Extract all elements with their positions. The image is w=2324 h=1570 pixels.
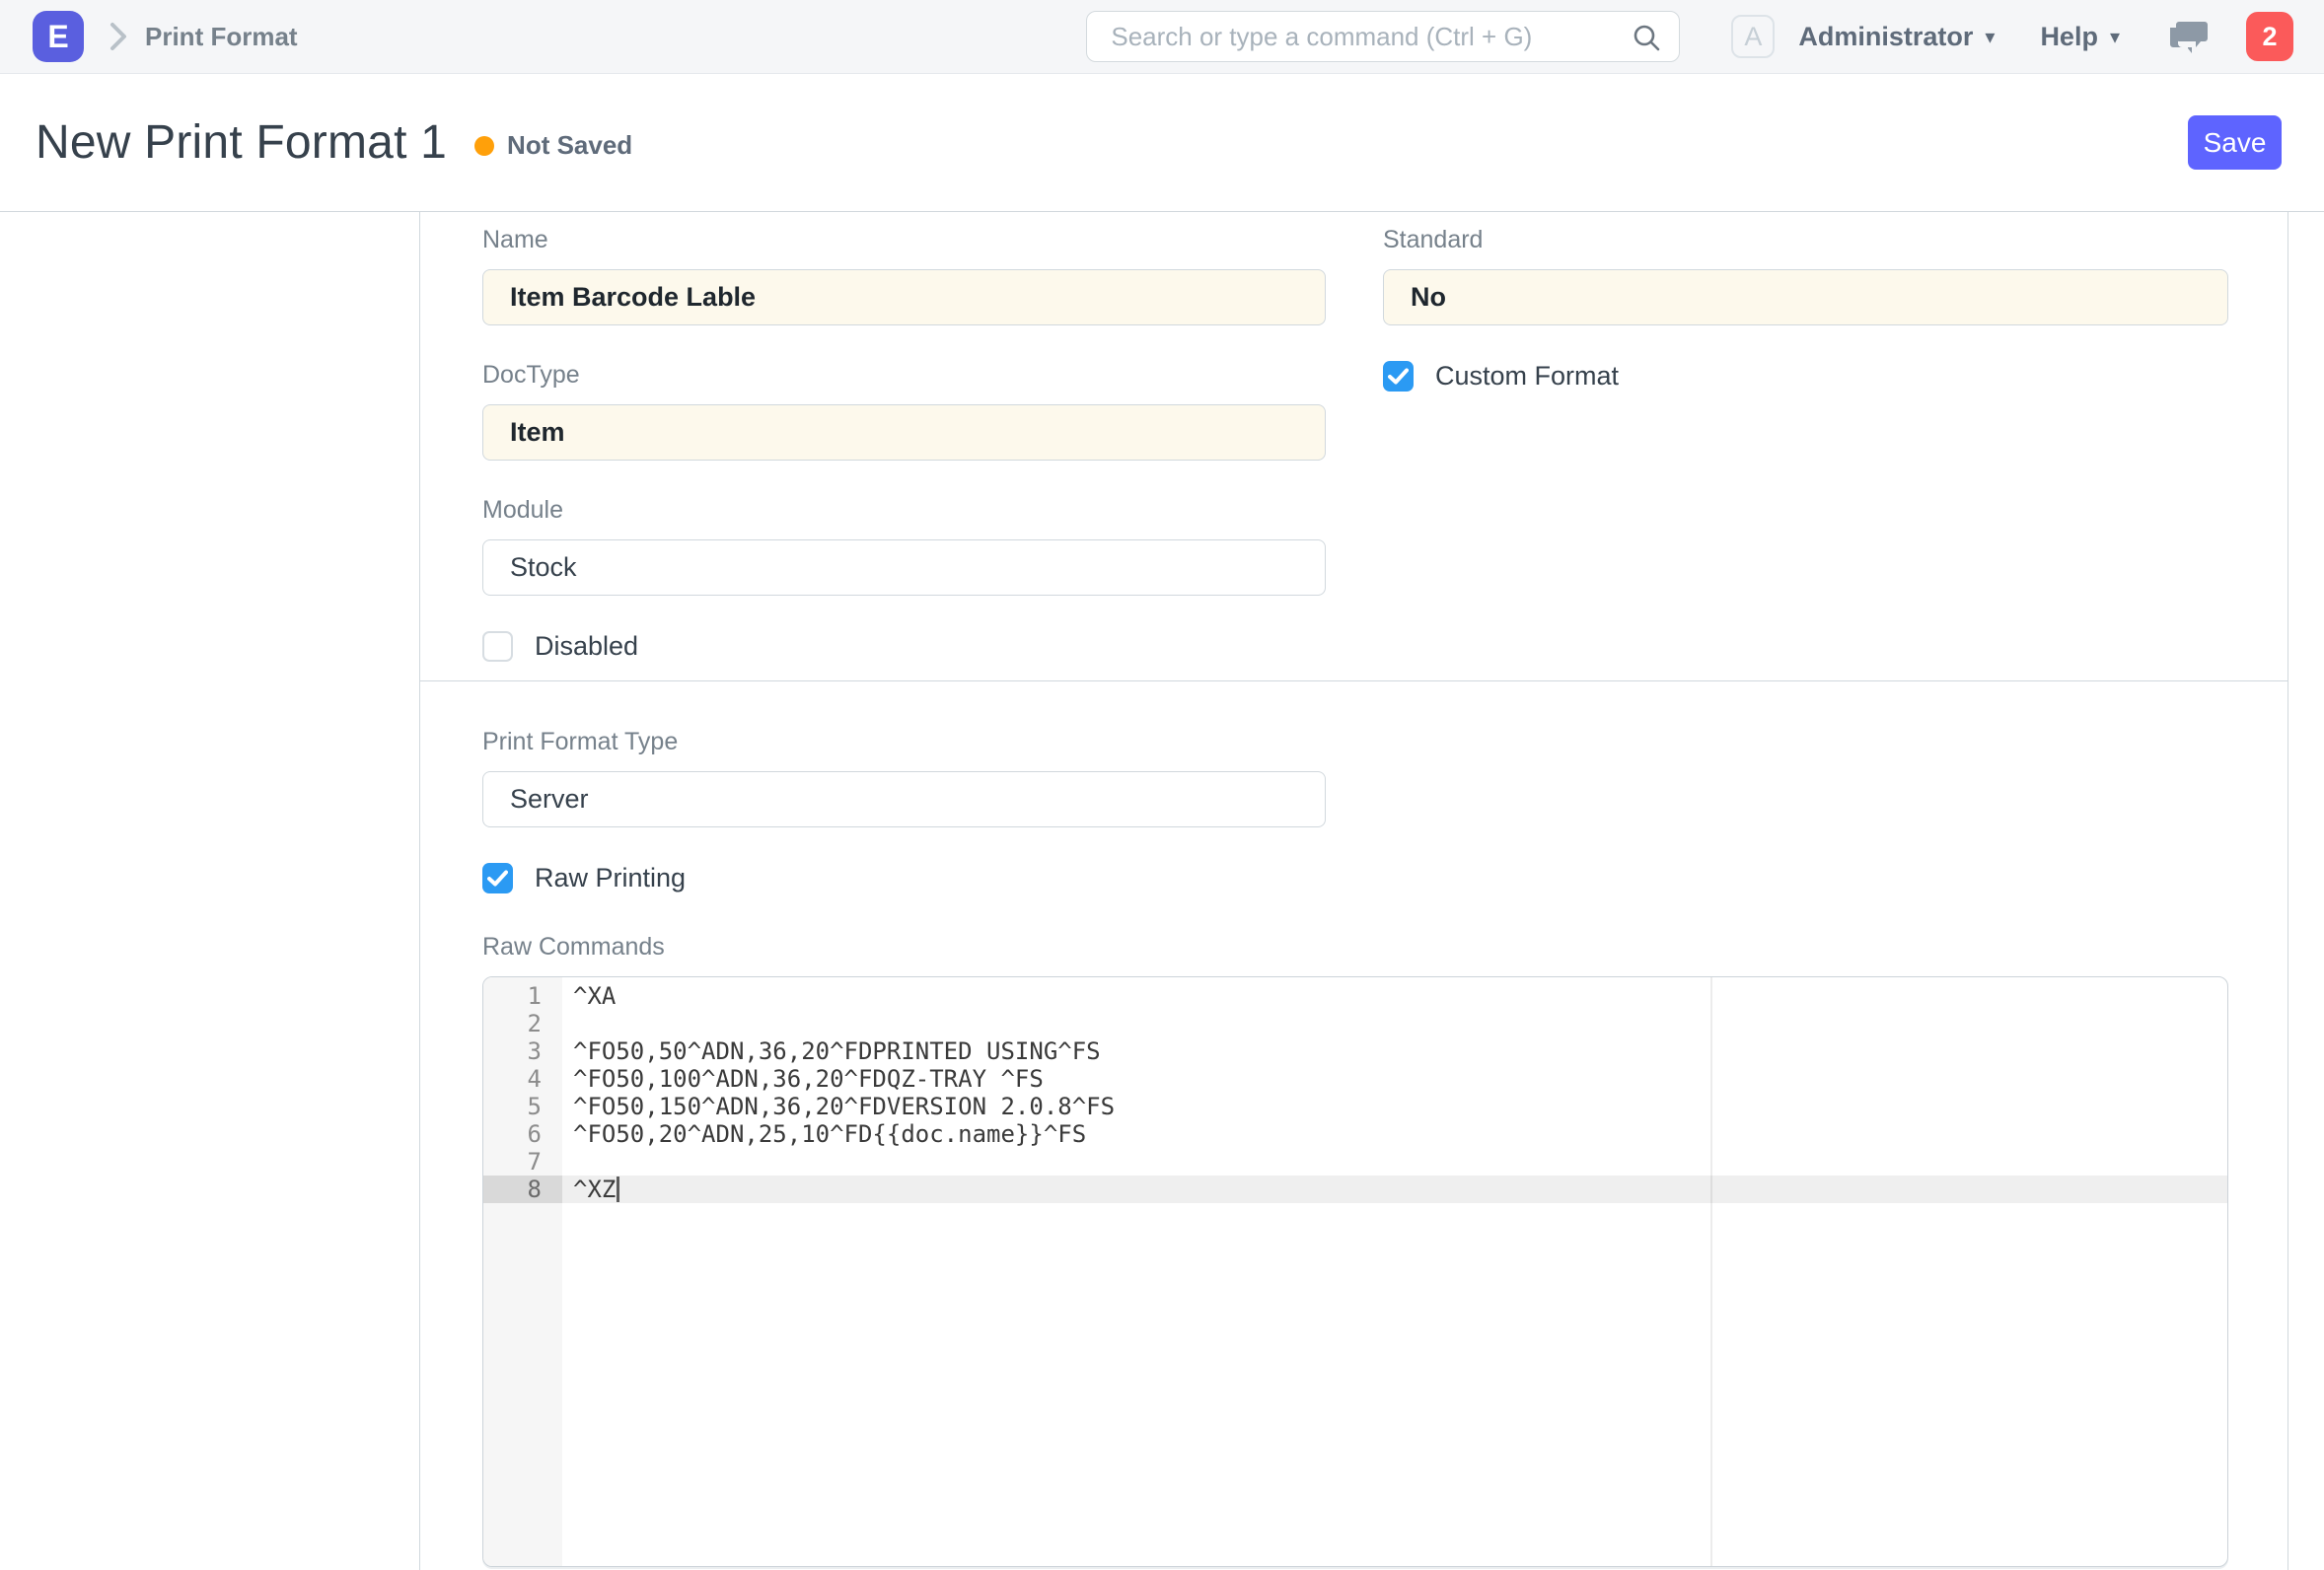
line-code	[562, 1010, 2227, 1037]
app-logo[interactable]: E	[33, 11, 84, 62]
user-menu-label: Administrator	[1798, 22, 1973, 52]
field-standard: Standard No	[1383, 226, 2228, 325]
custom-format-checkbox-row[interactable]: Custom Format	[1383, 361, 2228, 392]
user-menu[interactable]: Administrator ▾	[1798, 22, 1995, 52]
check-icon	[487, 870, 508, 887]
line-number: 1	[483, 982, 562, 1010]
field-name: Name Item Barcode Lable	[482, 226, 1326, 325]
line-number: 3	[483, 1037, 562, 1065]
code-line: 2	[483, 1010, 2227, 1037]
form-column-left: Name Item Barcode Lable DocType Item Mod…	[482, 226, 1326, 680]
navbar-right: A Administrator ▾ Help ▾ 2	[1086, 11, 2293, 62]
search-input[interactable]	[1087, 22, 1610, 52]
custom-format-checkbox[interactable]	[1383, 361, 1414, 392]
line-number: 4	[483, 1065, 562, 1093]
print-format-type-label: Print Format Type	[482, 728, 1326, 756]
code-line: 5 ^FO50,150^ADN,36,20^FDVERSION 2.0.8^FS	[483, 1093, 2227, 1120]
form-section-raw: Print Format Type Server Raw Printing Ra…	[420, 680, 2288, 1567]
custom-format-checkbox-label: Custom Format	[1435, 361, 1619, 392]
notification-badge[interactable]: 2	[2246, 12, 2293, 61]
line-code: ^FO50,100^ADN,36,20^FDQZ-TRAY ^FS	[562, 1065, 2227, 1093]
editor-lines: 1 ^XA 2 3 ^FO50,50^ADN,36,20^FDPRINTED U…	[483, 977, 2227, 1203]
doctype-input[interactable]: Item	[482, 404, 1326, 461]
form-section-main: Name Item Barcode Lable DocType Item Mod…	[420, 212, 2288, 680]
caret-down-icon: ▾	[2110, 25, 2120, 49]
avatar[interactable]: A	[1731, 15, 1775, 58]
page-head: New Print Format 1 Not Saved Save	[0, 74, 2324, 212]
line-code: ^FO50,150^ADN,36,20^FDVERSION 2.0.8^FS	[562, 1093, 2227, 1120]
field-raw-commands: Raw Commands 1 ^XA 2 3 ^FO50,50^ADN,36	[482, 933, 1326, 1567]
line-number: 2	[483, 1010, 562, 1037]
chevron-right-icon	[108, 20, 129, 53]
line-number: 6	[483, 1120, 562, 1148]
raw-printing-checkbox[interactable]	[482, 863, 513, 893]
line-number: 8	[483, 1176, 562, 1203]
chat-icon[interactable]	[2167, 18, 2209, 55]
navbar: E Print Format A Administrator ▾ Help ▾	[0, 0, 2324, 74]
avatar-letter: A	[1744, 22, 1762, 52]
field-doctype: DocType Item	[482, 361, 1326, 461]
global-search[interactable]	[1086, 11, 1680, 62]
navbar-left: E Print Format	[33, 11, 298, 62]
disabled-checkbox-row[interactable]: Disabled	[482, 631, 1326, 662]
raw-commands-editor[interactable]: 1 ^XA 2 3 ^FO50,50^ADN,36,20^FDPRINTED U…	[482, 976, 2228, 1567]
help-menu[interactable]: Help ▾	[2040, 22, 2120, 52]
disabled-checkbox[interactable]	[482, 631, 513, 662]
form-body: Name Item Barcode Lable DocType Item Mod…	[419, 212, 2288, 1570]
line-code: ^FO50,20^ADN,25,10^FD{{doc.name}}^FS	[562, 1120, 2227, 1148]
help-menu-label: Help	[2040, 22, 2098, 52]
line-number: 5	[483, 1093, 562, 1120]
standard-label: Standard	[1383, 226, 2228, 254]
name-input[interactable]: Item Barcode Lable	[482, 269, 1326, 325]
caret-down-icon: ▾	[1985, 25, 1995, 49]
field-module: Module Stock	[482, 496, 1326, 596]
standard-input[interactable]: No	[1383, 269, 2228, 325]
line-number: 7	[483, 1148, 562, 1176]
field-print-format-type: Print Format Type Server	[482, 728, 1326, 827]
module-input[interactable]: Stock	[482, 539, 1326, 596]
save-button[interactable]: Save	[2188, 115, 2282, 170]
print-format-type-input[interactable]: Server	[482, 771, 1326, 827]
line-code: ^FO50,50^ADN,36,20^FDPRINTED USING^FS	[562, 1037, 2227, 1065]
text-cursor	[617, 1177, 619, 1202]
line-code	[562, 1148, 2227, 1176]
name-label: Name	[482, 226, 1326, 254]
raw-printing-checkbox-row[interactable]: Raw Printing	[482, 863, 2229, 893]
not-saved-dot-icon	[474, 136, 494, 156]
code-line: 7	[483, 1148, 2227, 1176]
raw-printing-checkbox-label: Raw Printing	[535, 863, 686, 893]
code-line: 6 ^FO50,20^ADN,25,10^FD{{doc.name}}^FS	[483, 1120, 2227, 1148]
title-area: New Print Format 1 Not Saved	[36, 115, 632, 170]
line-code: ^XZ	[562, 1176, 2227, 1203]
code-line: 1 ^XA	[483, 982, 2227, 1010]
raw-commands-label: Raw Commands	[482, 933, 1326, 962]
page-title: New Print Format 1	[36, 115, 447, 170]
line-code: ^XA	[562, 982, 2227, 1010]
code-line: 3 ^FO50,50^ADN,36,20^FDPRINTED USING^FS	[483, 1037, 2227, 1065]
module-label: Module	[482, 496, 1326, 525]
doctype-label: DocType	[482, 361, 1326, 390]
check-icon	[1388, 368, 1409, 385]
status-text: Not Saved	[507, 130, 632, 161]
save-indicator: Not Saved	[474, 130, 632, 161]
code-line: 4 ^FO50,100^ADN,36,20^FDQZ-TRAY ^FS	[483, 1065, 2227, 1093]
form-column-right: Standard No Custom Format	[1383, 226, 2228, 680]
search-icon[interactable]	[1632, 23, 1661, 52]
code-line-active: 8 ^XZ	[483, 1176, 2227, 1203]
breadcrumb[interactable]: Print Format	[145, 22, 298, 52]
disabled-checkbox-label: Disabled	[535, 631, 638, 662]
app-logo-letter: E	[47, 19, 68, 55]
